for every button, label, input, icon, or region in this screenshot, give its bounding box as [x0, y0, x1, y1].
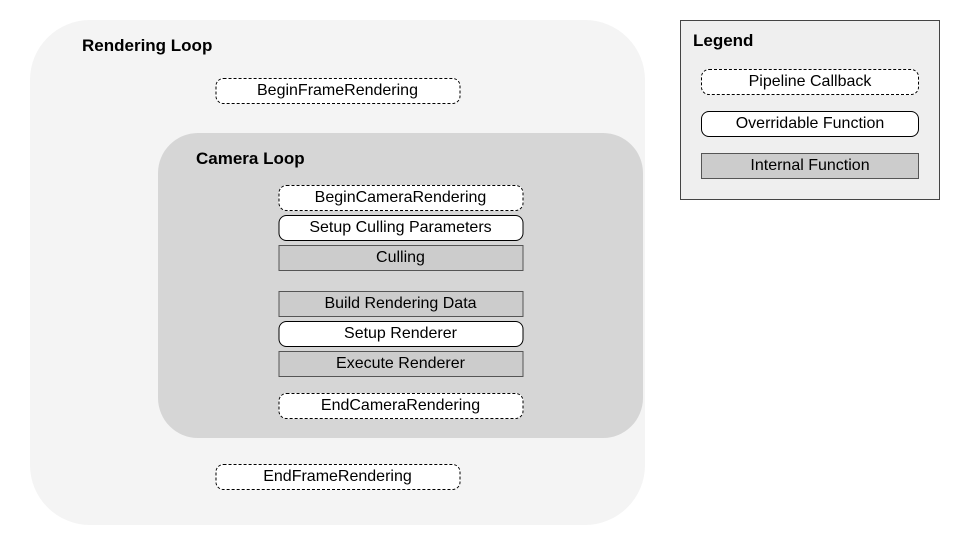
legend-overridable: Overridable Function: [701, 111, 919, 137]
execute-renderer-step: Execute Renderer: [278, 351, 523, 377]
begin-camera-step: BeginCameraRendering: [278, 185, 523, 211]
rendering-loop-container: Rendering Loop BeginFrameRendering Camer…: [30, 20, 645, 525]
legend-box: Legend Pipeline Callback Overridable Fun…: [680, 20, 940, 200]
legend-title: Legend: [693, 31, 753, 51]
camera-loop-title: Camera Loop: [196, 149, 305, 169]
build-data-step: Build Rendering Data: [278, 291, 523, 317]
rendering-loop-title: Rendering Loop: [82, 36, 212, 56]
setup-culling-step: Setup Culling Parameters: [278, 215, 523, 241]
setup-renderer-step: Setup Renderer: [278, 321, 523, 347]
culling-step: Culling: [278, 245, 523, 271]
camera-loop-container: Camera Loop BeginCameraRendering Setup C…: [158, 133, 643, 438]
end-camera-step: EndCameraRendering: [278, 393, 523, 419]
legend-internal: Internal Function: [701, 153, 919, 179]
begin-frame-step: BeginFrameRendering: [215, 78, 460, 104]
end-frame-step: EndFrameRendering: [215, 464, 460, 490]
legend-callback: Pipeline Callback: [701, 69, 919, 95]
